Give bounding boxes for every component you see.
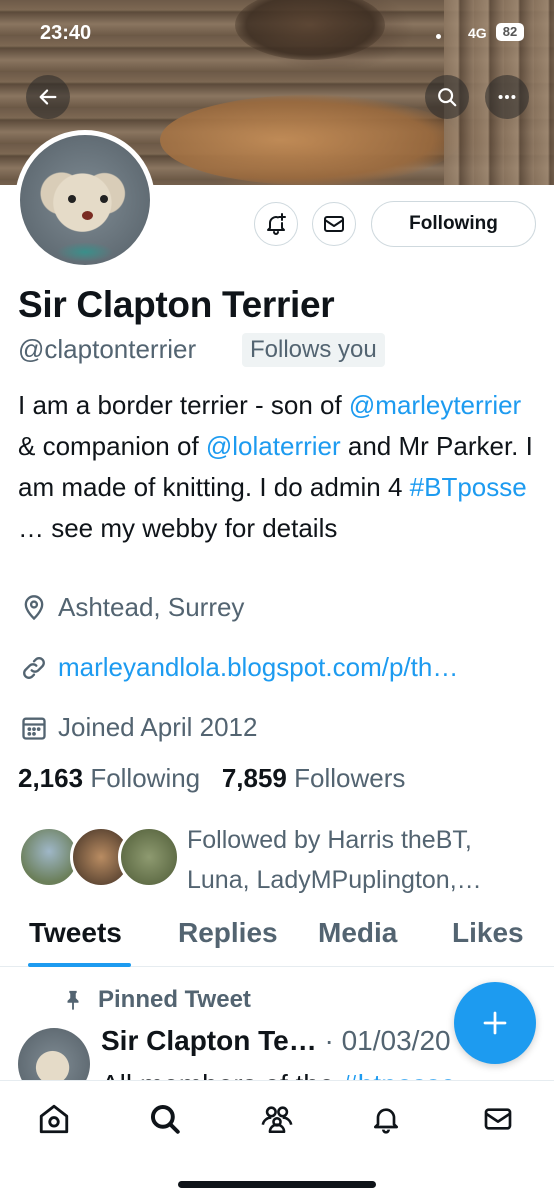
bottom-navigation xyxy=(0,1080,554,1200)
signal-dot-icon xyxy=(436,34,441,39)
follows-you-badge: Follows you xyxy=(242,333,385,367)
followers-count: 7,859 xyxy=(221,763,287,793)
message-button[interactable] xyxy=(312,202,356,246)
location-text: Ashtead, Surrey xyxy=(58,592,245,622)
profile-avatar[interactable] xyxy=(15,130,155,270)
website-row: marleyandlola.blogspot.com/p/th… xyxy=(20,652,458,683)
tweet-author[interactable]: Sir Clapton Te… xyxy=(101,1025,317,1056)
joined-row: Joined April 2012 xyxy=(20,712,257,743)
follow-counts: 2,163 Following 7,859 Followers xyxy=(18,763,405,794)
network-label: 4G xyxy=(468,25,487,41)
profile-tabs: Tweets Replies Media Likes xyxy=(0,905,554,967)
follower-avatar xyxy=(118,826,180,888)
pinned-label: Pinned Tweet xyxy=(62,986,251,1014)
mention-link[interactable]: @lolaterrier xyxy=(206,431,341,461)
location-pin-icon xyxy=(24,594,44,620)
tweet-date: · 01/03/20 xyxy=(324,1025,451,1056)
followed-by-text: Followed by Harris theBT, Luna, LadyMPup… xyxy=(187,826,482,894)
status-time: 23:40 xyxy=(40,22,92,44)
envelope-icon xyxy=(324,216,344,232)
more-button[interactable] xyxy=(485,75,529,119)
communities-icon xyxy=(261,1106,293,1134)
bio-text: & companion of xyxy=(18,431,206,461)
envelope-icon xyxy=(484,1108,512,1130)
nav-search[interactable] xyxy=(145,1099,185,1139)
bio-text: … see my webby for details xyxy=(18,513,338,543)
tab-tweets[interactable]: Tweets xyxy=(29,917,122,949)
nav-messages[interactable] xyxy=(478,1099,518,1139)
avatar-eye-left xyxy=(68,195,76,203)
website-link[interactable]: marleyandlola.blogspot.com/p/th… xyxy=(58,652,458,683)
following-count: 2,163 xyxy=(18,763,84,793)
avatar-nose xyxy=(82,211,93,220)
bell-icon xyxy=(374,1108,398,1134)
status-bar: 23:40 4G 82 xyxy=(0,0,554,66)
search-icon xyxy=(150,1104,180,1134)
banner-dog-body xyxy=(160,95,460,185)
following-label: Following xyxy=(90,763,201,793)
nav-communities[interactable] xyxy=(257,1099,297,1139)
nav-home[interactable] xyxy=(34,1099,74,1139)
tab-media[interactable]: Media xyxy=(318,917,397,949)
active-tab-indicator xyxy=(28,963,131,967)
back-button[interactable] xyxy=(26,75,70,119)
bio-text: I am a border terrier - son of xyxy=(18,390,349,420)
home-icon xyxy=(39,1104,69,1134)
pin-icon xyxy=(67,990,79,1011)
nav-notifications[interactable] xyxy=(366,1099,406,1139)
hashtag-link[interactable]: #BTposse xyxy=(410,472,527,502)
followed-by-row[interactable]: Followed by Harris theBT, Luna, LadyMPup… xyxy=(18,822,538,894)
following-button[interactable]: Following xyxy=(371,201,536,247)
tab-replies[interactable]: Replies xyxy=(178,917,278,949)
compose-tweet-button[interactable] xyxy=(454,982,536,1064)
home-indicator xyxy=(178,1181,376,1188)
profile-name: Sir Clapton Terrier xyxy=(18,284,335,325)
more-horizontal-icon xyxy=(498,94,516,100)
search-button[interactable] xyxy=(425,75,469,119)
tab-likes[interactable]: Likes xyxy=(452,917,524,949)
profile-handle: @claptonterrier xyxy=(18,334,197,364)
mention-link[interactable]: @marleyterrier xyxy=(349,390,521,420)
avatar-eye-right xyxy=(100,195,108,203)
tweet-header: Sir Clapton Te… · 01/03/20 xyxy=(101,1025,451,1057)
bell-plus-icon xyxy=(267,213,286,235)
search-icon xyxy=(438,88,457,107)
battery-indicator: 82 xyxy=(496,23,524,41)
joined-text: Joined April 2012 xyxy=(58,712,258,742)
pinned-text: Pinned Tweet xyxy=(98,986,251,1013)
plus-icon xyxy=(483,1011,507,1035)
followers-label: Followers xyxy=(294,763,406,793)
arrow-left-icon xyxy=(39,89,57,105)
profile-bio: I am a border terrier - son of @marleyte… xyxy=(18,385,538,549)
followers-count-link[interactable]: 7,859 Followers xyxy=(222,763,406,793)
calendar-icon xyxy=(22,717,46,740)
link-icon xyxy=(23,656,45,679)
location-row: Ashtead, Surrey xyxy=(20,592,244,623)
notifications-button[interactable] xyxy=(254,202,298,246)
following-count-link[interactable]: 2,163 Following xyxy=(18,763,200,793)
